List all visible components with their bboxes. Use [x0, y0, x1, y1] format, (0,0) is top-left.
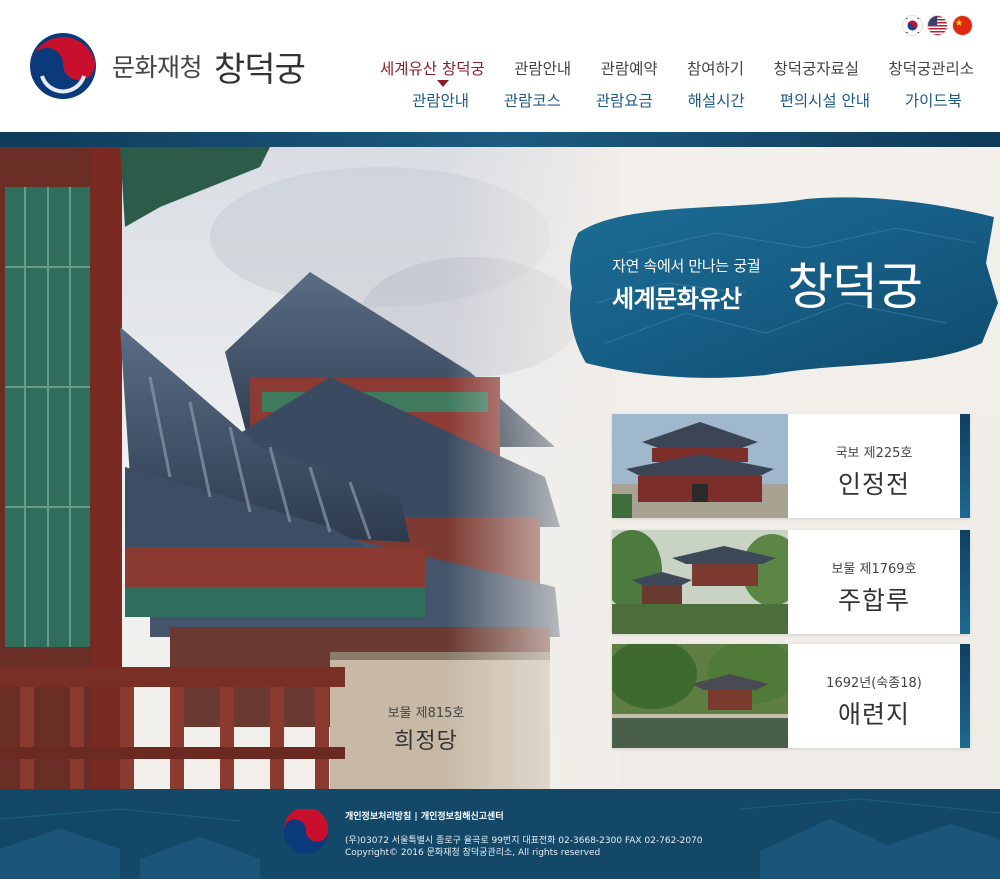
card-caption: 보물 제1769호 주합루 [788, 530, 960, 634]
korean-flag-icon[interactable] [903, 16, 922, 35]
nav-participation[interactable]: 참여하기 [679, 57, 752, 79]
china-flag-icon[interactable] [953, 16, 972, 35]
card-accent-bar [960, 644, 970, 748]
taegeuk-logo-icon [30, 33, 96, 99]
photo-caption-name: 희정당 [394, 729, 458, 754]
subnav-facilities[interactable]: 편의시설 안내 [772, 89, 879, 111]
footer-links: 개인정보처리방침 | 개인정보침해신고센터 [345, 809, 504, 822]
subnav-fees[interactable]: 관람요금 [588, 89, 661, 111]
card-designation: 국보 제225호 [835, 446, 913, 461]
card-injeongjeon[interactable]: 국보 제225호 인정전 [612, 414, 970, 518]
card-name: 주합루 [837, 586, 910, 615]
main-visual: 자연 속에서 만나는 궁궐 세계문화유산 창덕궁 보물 제815호 희정당 국보… [0, 147, 1000, 789]
site-logo[interactable]: 문화재청 창덕궁 [28, 32, 306, 100]
subnav-visit-guide[interactable]: 관람안내 [404, 89, 477, 111]
footer-copyright: Copyright© 2016 문화재청 창덕궁관리소, All rights … [345, 848, 601, 858]
juhamnu-photo-image [612, 530, 788, 634]
privacy-report-link[interactable]: 개인정보침해신고센터 [421, 812, 504, 822]
photo-caption: 보물 제815호 희정당 [386, 702, 466, 755]
org-name: 문화재청 [112, 53, 203, 82]
injeongjeon-photo-image [612, 414, 788, 518]
site-name: 창덕궁 [214, 49, 306, 90]
language-switcher [903, 16, 972, 35]
usa-flag-icon[interactable] [928, 16, 947, 35]
subnav-courses[interactable]: 관람코스 [496, 89, 569, 111]
footer-link-separator: | [411, 812, 421, 822]
nav-management-office[interactable]: 창덕궁관리소 [880, 57, 982, 79]
card-caption: 국보 제225호 인정전 [788, 414, 960, 518]
subnav-guidebook[interactable]: 가이드북 [897, 89, 970, 111]
site-header: 문화재청 창덕궁 세계유산 창덕궁 관람안내 관람예약 참여하기 창덕궁자료실 … [0, 0, 1000, 132]
aeryeonji-photo-image [612, 644, 788, 748]
nav-visit-info[interactable]: 관람안내 [506, 57, 579, 79]
card-caption: 1692년(숙종18) 애련지 [788, 644, 960, 748]
hero-big-title: 창덕궁 [787, 258, 923, 316]
active-nav-indicator-icon [437, 80, 449, 87]
card-aeryeonji[interactable]: 1692년(숙종18) 애련지 [612, 644, 970, 748]
card-juhamnu[interactable]: 보물 제1769호 주합루 [612, 530, 970, 634]
card-name: 애련지 [837, 700, 910, 729]
privacy-policy-link[interactable]: 개인정보처리방침 [345, 812, 411, 822]
huijeongdang-palace-image [0, 147, 620, 789]
hero-subtitle: 자연 속에서 만나는 궁궐 [612, 257, 761, 275]
main-navigation: 세계유산 창덕궁 관람안내 관람예약 참여하기 창덕궁자료실 창덕궁관리소 [372, 57, 982, 79]
card-accent-bar [960, 414, 970, 518]
card-accent-bar [960, 530, 970, 634]
site-footer: 개인정보처리방침 | 개인정보침해신고센터 (우)03072 서울특별시 종로구… [0, 789, 1000, 879]
footer-taegeuk-logo-icon [284, 809, 329, 854]
hero-title: 세계문화유산 [612, 285, 742, 313]
hero-title-block: 자연 속에서 만나는 궁궐 세계문화유산 창덕궁 [612, 247, 972, 327]
sub-navigation: 관람안내 관람코스 관람요금 해설시간 편의시설 안내 가이드북 [404, 89, 970, 111]
card-designation: 1692년(숙종18) [826, 676, 922, 691]
card-designation: 보물 제1769호 [831, 562, 917, 577]
nav-reservation[interactable]: 관람예약 [593, 57, 666, 79]
subnav-tour-times[interactable]: 해설시간 [680, 89, 753, 111]
card-name: 인정전 [837, 470, 910, 499]
photo-caption-designation: 보물 제815호 [387, 706, 465, 721]
nav-archive[interactable]: 창덕궁자료실 [765, 57, 867, 79]
nav-world-heritage[interactable]: 세계유산 창덕궁 [372, 57, 493, 79]
header-divider-bar [0, 132, 1000, 147]
